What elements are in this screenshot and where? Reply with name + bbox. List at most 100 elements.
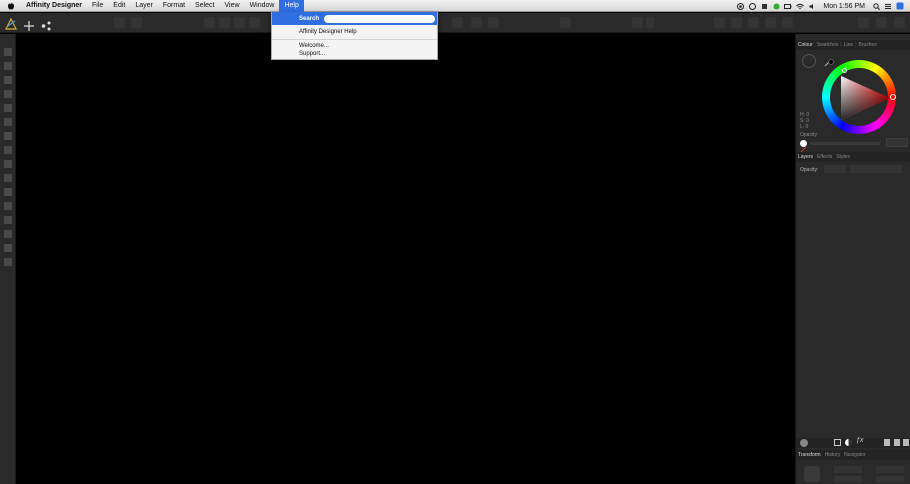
transform-field[interactable] <box>834 476 862 483</box>
toolbar-button[interactable] <box>488 17 499 28</box>
sync-icon[interactable] <box>748 2 756 10</box>
transform-field[interactable] <box>876 466 904 473</box>
menu-layer[interactable]: Layer <box>130 0 158 12</box>
toolbar-button[interactable] <box>731 17 742 28</box>
toolbar-button[interactable] <box>876 17 887 28</box>
app-toolbar <box>0 13 910 33</box>
menu-file[interactable]: File <box>87 0 108 12</box>
menu-edit[interactable]: Edit <box>108 0 130 12</box>
menu-view[interactable]: View <box>220 0 245 12</box>
delete-layer-icon[interactable] <box>894 439 900 446</box>
fill-tool-icon[interactable] <box>4 118 12 126</box>
adjustment-icon[interactable] <box>845 439 852 446</box>
menu-item-welcome[interactable]: Welcome... <box>299 43 329 49</box>
mask-icon[interactable] <box>834 439 841 446</box>
colour-triangle[interactable] <box>838 74 890 122</box>
toolbar-button[interactable] <box>560 17 571 28</box>
toolbar-button[interactable] <box>894 17 905 28</box>
text-tool-icon[interactable] <box>4 216 12 224</box>
evernote-icon[interactable] <box>772 2 780 10</box>
spotlight-search-icon[interactable] <box>872 2 880 10</box>
notification-list-icon[interactable] <box>884 2 892 10</box>
time-machine-icon[interactable] <box>760 2 768 10</box>
transform-field[interactable] <box>834 466 862 473</box>
document-canvas[interactable] <box>17 34 795 484</box>
tab-brushes[interactable]: Brushes <box>857 42 879 48</box>
zoom-tool-icon[interactable] <box>4 258 12 266</box>
hue-handle[interactable] <box>890 94 896 100</box>
menu-select[interactable]: Select <box>190 0 219 12</box>
toolbar-button[interactable] <box>858 17 869 28</box>
clock[interactable]: Mon 1:56 PM <box>820 3 868 10</box>
fill-stroke-swatch[interactable] <box>802 54 816 68</box>
wifi-icon[interactable] <box>796 2 805 10</box>
artistic-text-tool-icon[interactable] <box>4 230 12 238</box>
blend-mode-select[interactable] <box>850 165 902 173</box>
tab-effects[interactable]: Effects <box>815 154 834 160</box>
opacity-label: Opacity <box>800 132 817 138</box>
colour-panel-tabs: Colour Swatches | Line | Brushes <box>796 40 910 50</box>
menu-window[interactable]: Window <box>245 0 280 12</box>
tab-navigator[interactable]: Navigator <box>842 452 867 458</box>
opacity-slider[interactable] <box>810 142 880 145</box>
toolbar-button[interactable] <box>471 17 482 28</box>
toolbar-button[interactable] <box>204 17 215 28</box>
transform-field[interactable] <box>876 476 904 483</box>
help-search-input[interactable] <box>324 14 435 23</box>
toolbar-button[interactable] <box>219 17 230 28</box>
volume-icon[interactable] <box>808 2 816 10</box>
menu-item-affinity-designer-help[interactable]: Affinity Designer Help <box>299 29 357 35</box>
notification-center-icon[interactable] <box>896 2 904 10</box>
anchor-selector-icon[interactable] <box>804 466 820 482</box>
pen-tool-icon[interactable] <box>4 76 12 84</box>
move-tool-icon[interactable] <box>4 48 12 56</box>
tab-styles[interactable]: Styles <box>834 154 852 160</box>
rectangle-tool-icon[interactable] <box>4 146 12 154</box>
fx-icon[interactable]: ƒx <box>856 437 864 446</box>
layers-stack-icon[interactable] <box>800 439 808 447</box>
toolbar-button[interactable] <box>452 17 463 28</box>
tab-colour[interactable]: Colour <box>796 42 815 48</box>
opacity-field[interactable] <box>886 138 908 147</box>
toolbar-button[interactable] <box>765 17 776 28</box>
tab-swatches[interactable]: Swatches <box>815 42 841 48</box>
rounded-rect-tool-icon[interactable] <box>4 202 12 210</box>
menu-format[interactable]: Format <box>158 0 190 12</box>
ellipse-tool-icon[interactable] <box>4 188 12 196</box>
toolbar-button[interactable] <box>234 17 245 28</box>
help-search-label: Search <box>299 15 320 22</box>
node-tool-icon[interactable] <box>4 62 12 70</box>
toolbar-button[interactable] <box>714 17 725 28</box>
trash-icon[interactable] <box>903 439 909 446</box>
eyedropper-icon[interactable] <box>824 54 834 67</box>
tab-transform[interactable]: Transform <box>796 452 823 458</box>
share-node-icon[interactable] <box>41 18 51 31</box>
hand-tool-icon[interactable] <box>4 244 12 252</box>
toolbar-button[interactable] <box>114 17 125 28</box>
toolbar-button[interactable] <box>632 17 643 28</box>
crop-tool-icon[interactable] <box>4 160 12 168</box>
battery-icon[interactable] <box>784 2 792 10</box>
tab-line[interactable]: Line <box>842 42 855 48</box>
pencil-tool-icon[interactable] <box>4 90 12 98</box>
toolbar-button[interactable] <box>131 17 142 28</box>
brush-tool-icon[interactable] <box>4 104 12 112</box>
menu-help[interactable]: Help <box>279 0 304 12</box>
toolbar-button[interactable] <box>782 17 793 28</box>
shape-tool-icon[interactable] <box>4 174 12 182</box>
toolbar-button[interactable] <box>748 17 759 28</box>
tab-layers[interactable]: Layers <box>796 154 815 160</box>
toolbar-button[interactable] <box>249 17 260 28</box>
menu-app-name[interactable]: Affinity Designer <box>21 0 87 12</box>
menu-item-support[interactable]: Support... <box>299 51 325 57</box>
apple-icon[interactable] <box>7 2 15 10</box>
saturation-handle[interactable] <box>842 68 847 73</box>
record-icon[interactable] <box>736 2 744 10</box>
transparency-tool-icon[interactable] <box>4 132 12 140</box>
move-tool-icon[interactable] <box>24 18 34 31</box>
add-layer-icon[interactable] <box>884 439 890 446</box>
tab-history[interactable]: History <box>823 452 843 458</box>
layer-opacity-field[interactable] <box>824 165 846 173</box>
no-colour-icon[interactable] <box>800 140 807 153</box>
toolbar-button[interactable] <box>646 17 654 28</box>
